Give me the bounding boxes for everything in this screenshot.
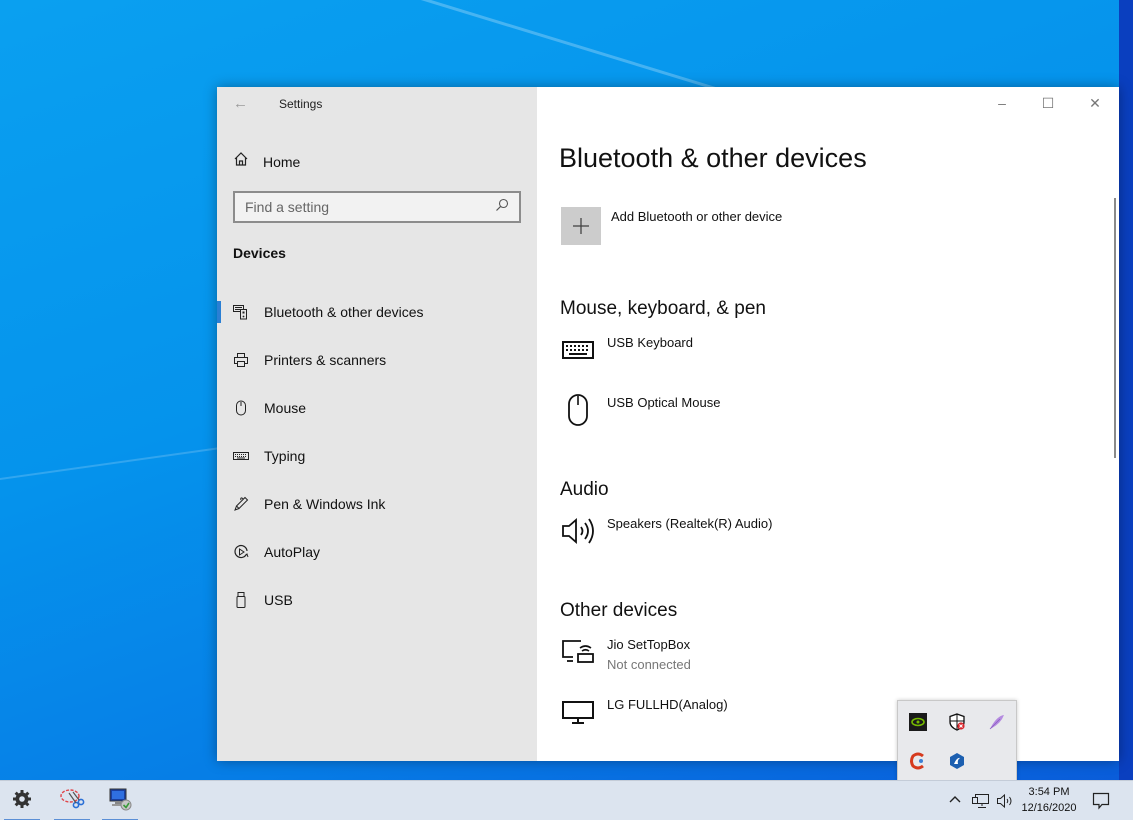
media-device-icon (561, 637, 595, 667)
sidebar-nav: Bluetooth & other devices Printers & sca… (217, 288, 537, 624)
device-name: LG FULLHD(Analog) (607, 697, 728, 712)
device-status: Not connected (607, 657, 691, 672)
printer-icon (233, 352, 249, 368)
device-usb-keyboard[interactable]: USB Keyboard (561, 335, 693, 365)
volume-icon[interactable] (996, 793, 1014, 814)
sidebar-item-usb[interactable]: USB (217, 576, 537, 624)
device-speakers[interactable]: Speakers (Realtek(R) Audio) (561, 516, 772, 546)
usb-icon (233, 592, 249, 608)
show-hidden-icons-chevron[interactable] (948, 793, 962, 812)
feather-icon[interactable] (987, 712, 1007, 732)
sidebar-item-label: Printers & scanners (264, 352, 387, 368)
device-lg-monitor[interactable]: LG FULLHD(Analog) (561, 697, 728, 727)
taskbar: 3:54 PM 12/16/2020 (0, 780, 1133, 820)
close-button[interactable]: ✕ (1072, 93, 1118, 113)
add-device-button[interactable]: Add Bluetooth or other device (561, 207, 782, 245)
hidden-icons-flyout (897, 700, 1017, 782)
back-arrow-icon[interactable]: ← (233, 95, 248, 112)
add-device-label: Add Bluetooth or other device (611, 209, 783, 224)
sidebar-item-printers[interactable]: Printers & scanners (217, 336, 537, 384)
settings-window: ← Settings Home Devices Bluetooth & othe… (217, 87, 1119, 761)
mouse-icon (233, 400, 249, 416)
group-title-other-devices: Other devices (560, 600, 678, 621)
app-blue-icon[interactable] (947, 751, 967, 771)
taskbar-settings[interactable] (2, 781, 42, 820)
clock-date: 12/16/2020 (1021, 802, 1077, 814)
clock-time: 3:54 PM (1028, 786, 1070, 798)
bluetooth-devices-icon (233, 304, 249, 320)
taskbar-snipping-tool[interactable] (52, 781, 92, 820)
sidebar-item-mouse[interactable]: Mouse (217, 384, 537, 432)
device-usb-optical-mouse[interactable]: USB Optical Mouse (561, 394, 721, 426)
sidebar-item-pen[interactable]: Pen & Windows Ink (217, 480, 537, 528)
main-content: – ☐ ✕ Bluetooth & other devices Add Blue… (537, 87, 1119, 761)
device-name: USB Optical Mouse (607, 395, 721, 410)
device-name: Speakers (Realtek(R) Audio) (607, 516, 773, 531)
pen-icon (233, 496, 249, 512)
plus-icon[interactable] (561, 207, 601, 245)
network-icon[interactable] (972, 793, 990, 814)
window-title: Settings (279, 97, 323, 111)
sidebar-item-bluetooth[interactable]: Bluetooth & other devices (217, 288, 537, 336)
sidebar-item-label: Bluetooth & other devices (264, 304, 424, 320)
settings-gear-icon (12, 789, 32, 814)
device-name: USB Keyboard (607, 335, 693, 350)
sidebar-item-label: Mouse (264, 400, 307, 416)
wallpaper-light-beam (0, 443, 248, 487)
search-box[interactable] (233, 191, 521, 223)
taskbar-remote-desktop[interactable] (100, 781, 140, 820)
snipping-tool-icon (59, 787, 85, 816)
mouse-icon (561, 394, 595, 426)
section-heading: Devices (233, 245, 286, 261)
minimize-button[interactable]: – (979, 93, 1025, 113)
search-input[interactable] (245, 199, 495, 215)
search-icon[interactable] (495, 198, 509, 217)
keyboard-icon (561, 335, 595, 365)
home-icon (233, 151, 249, 172)
sidebar-item-typing[interactable]: Typing (217, 432, 537, 480)
wallpaper-edge (1119, 0, 1133, 780)
autoplay-icon (233, 544, 249, 560)
monitor-icon (561, 697, 595, 727)
clock[interactable]: 3:54 PM 12/16/2020 (1018, 784, 1080, 816)
group-title-audio: Audio (560, 479, 609, 500)
speaker-icon (561, 516, 595, 546)
maximize-button[interactable]: ☐ (1025, 93, 1071, 113)
sidebar-item-label: Typing (264, 448, 306, 464)
security-shield-icon[interactable] (947, 712, 967, 732)
sidebar-home[interactable]: Home (233, 151, 300, 172)
action-center-icon[interactable] (1092, 792, 1110, 815)
group-title-input-devices: Mouse, keyboard, & pen (560, 298, 766, 319)
device-name: Jio SetTopBox (607, 637, 691, 652)
remote-desktop-icon (107, 787, 133, 816)
page-title: Bluetooth & other devices (559, 143, 867, 173)
ccleaner-icon[interactable] (908, 751, 928, 771)
sidebar-item-label: USB (264, 592, 293, 608)
keyboard-icon (233, 448, 249, 464)
sidebar-item-autoplay[interactable]: AutoPlay (217, 528, 537, 576)
sidebar-item-label: AutoPlay (264, 544, 321, 560)
sidebar-item-label: Pen & Windows Ink (264, 496, 386, 512)
sidebar: ← Settings Home Devices Bluetooth & othe… (217, 87, 537, 761)
device-jio-settopbox[interactable]: Jio SetTopBox Not connected (561, 637, 691, 672)
nvidia-icon[interactable] (908, 712, 928, 732)
home-label: Home (263, 153, 301, 170)
scrollbar[interactable] (1114, 198, 1116, 458)
